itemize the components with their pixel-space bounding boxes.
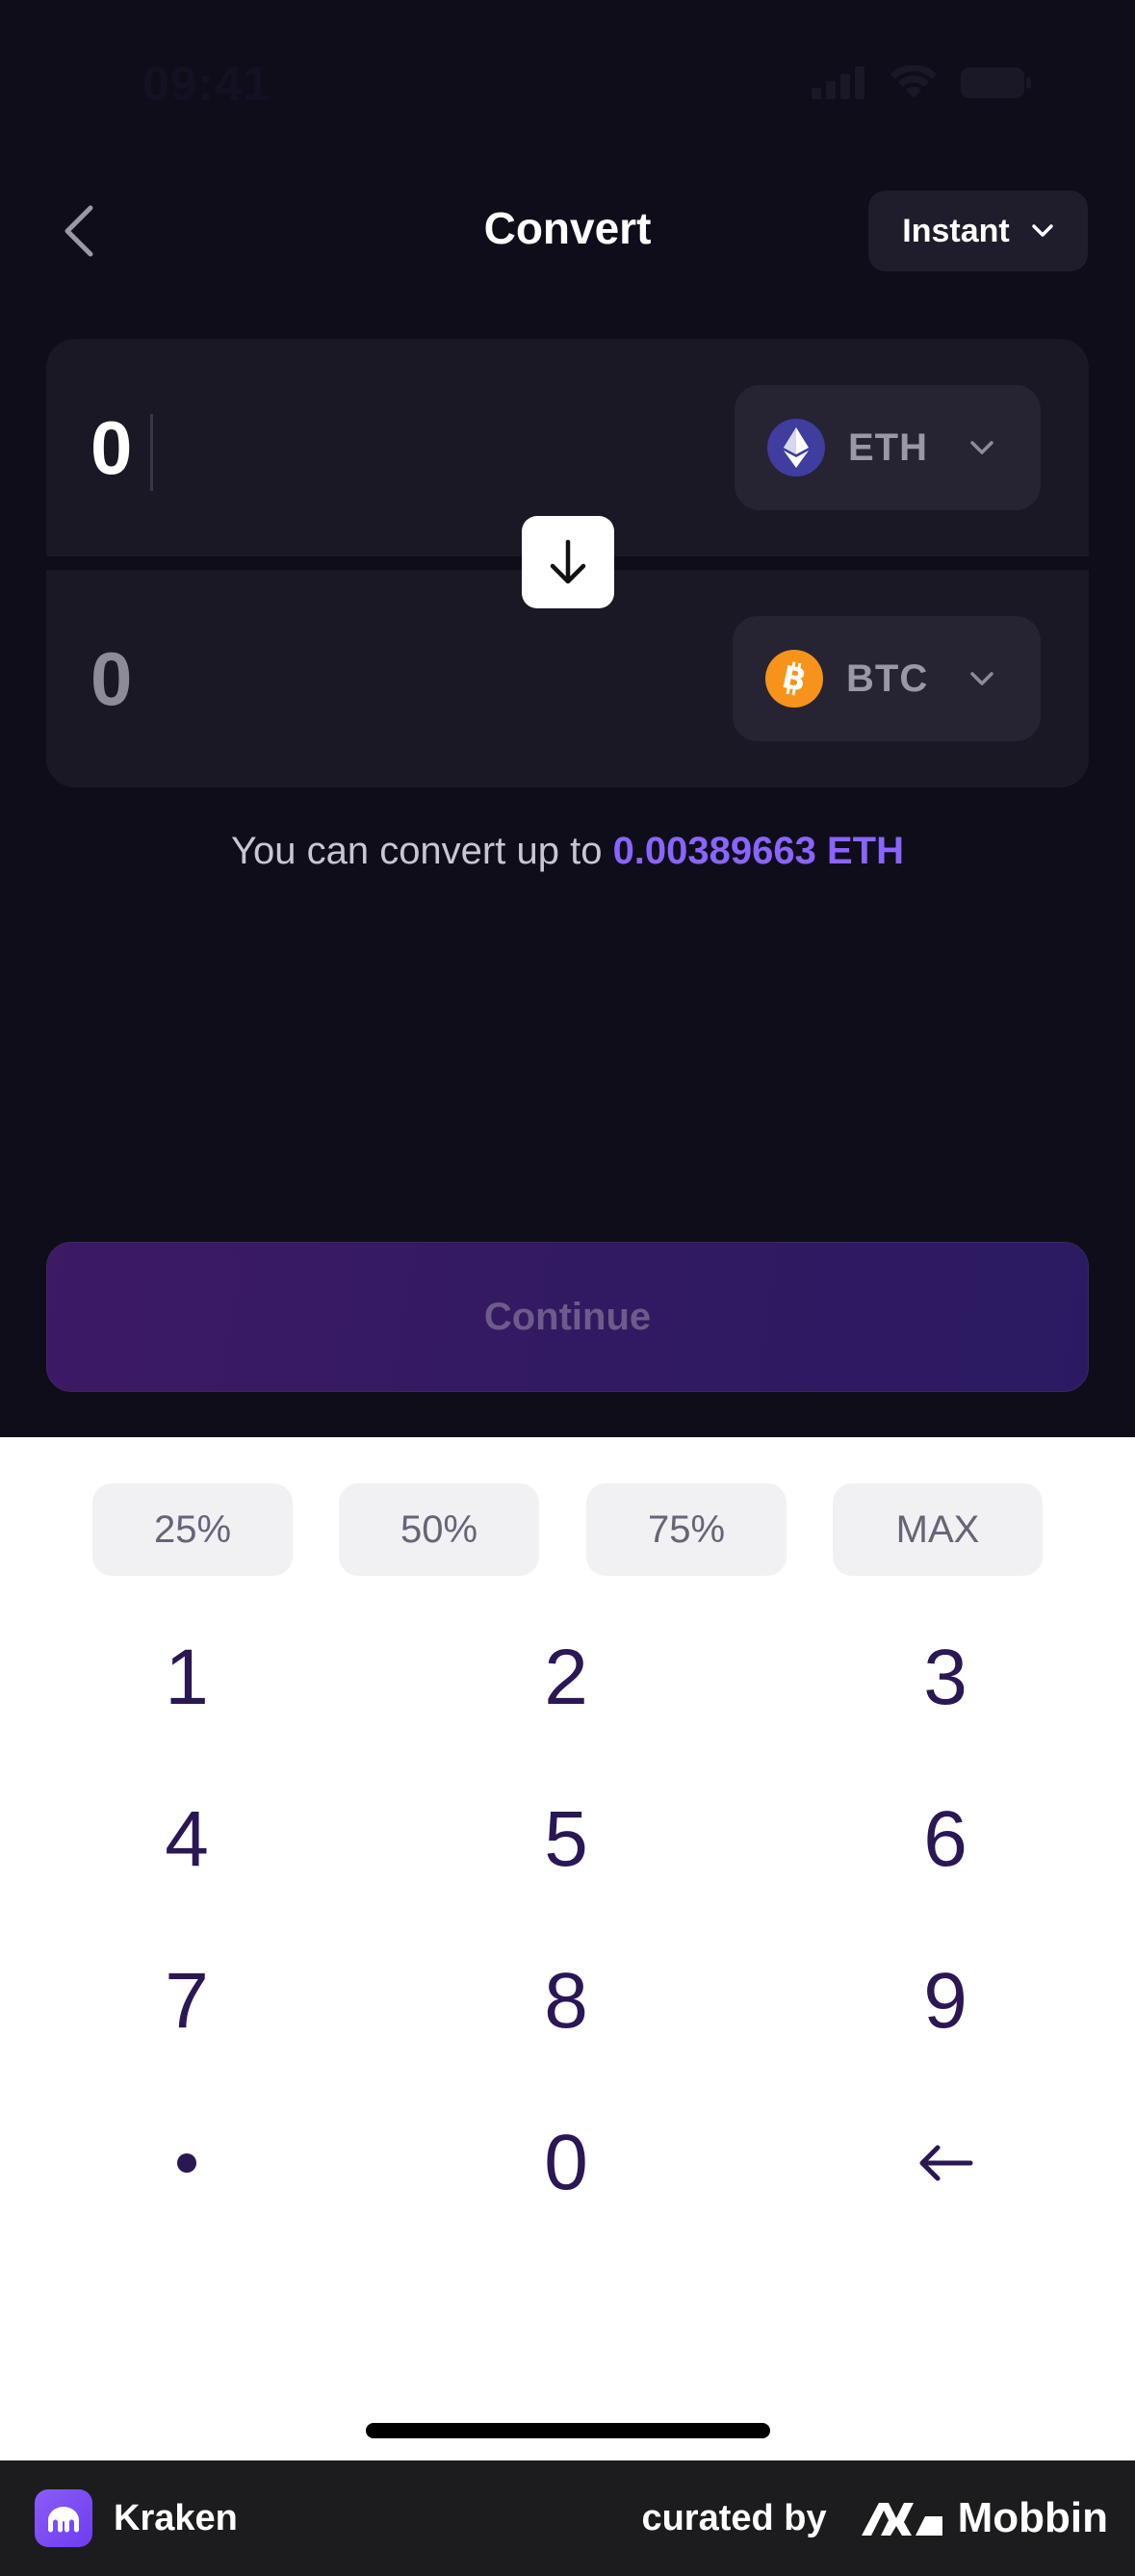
btc-icon: B	[765, 650, 823, 708]
key-7[interactable]: 7	[42, 1924, 331, 2078]
key-6[interactable]: 6	[801, 1763, 1090, 1917]
max-convertible-amount[interactable]: 0.00389663 ETH	[613, 830, 904, 872]
chevron-down-icon	[1031, 224, 1053, 237]
status-time: 09:41	[142, 57, 271, 111]
key-backspace[interactable]	[801, 2086, 1090, 2240]
percent-75-button[interactable]: 75%	[586, 1483, 787, 1576]
hint-prefix: You can convert up to	[230, 830, 613, 872]
text-cursor	[150, 414, 153, 491]
cellular-signal-icon	[812, 66, 864, 99]
home-indicator	[366, 2423, 770, 2438]
to-amount-value: 0	[90, 636, 133, 721]
app-name: Kraken	[114, 2497, 238, 2538]
attribution-footer: Kraken curated by Mobbin	[0, 2460, 1135, 2576]
arrow-down-icon	[550, 539, 586, 584]
continue-button[interactable]: Continue	[46, 1242, 1089, 1392]
decimal-point-icon	[177, 2153, 196, 2173]
status-icons	[812, 65, 1033, 100]
key-9[interactable]: 9	[801, 1924, 1090, 2078]
mobbin-brand: Mobbin	[860, 2494, 1108, 2542]
max-button[interactable]: MAX	[833, 1483, 1043, 1576]
kraken-logo-icon	[35, 2489, 92, 2547]
swap-direction-button[interactable]	[522, 516, 614, 608]
convert-limit-hint: You can convert up to 0.00389663 ETH	[0, 830, 1135, 873]
backspace-arrow-icon	[919, 2145, 973, 2181]
mode-label: Instant	[902, 212, 1010, 249]
key-4[interactable]: 4	[42, 1763, 331, 1917]
curated-by-label: curated by	[641, 2497, 827, 2538]
from-asset-symbol: ETH	[848, 425, 928, 469]
mobbin-logo-icon	[861, 2503, 942, 2536]
mobbin-wordmark: Mobbin	[957, 2494, 1108, 2541]
numeric-keypad: 25% 50% 75% MAX 1 2 3 4 5 6 7 8 9 0	[0, 1437, 1135, 2460]
battery-icon	[961, 67, 1031, 98]
wifi-icon	[890, 65, 937, 98]
convert-screen: 09:41 Convert Instant 0 ETH 0 B BTC You …	[0, 0, 1135, 1437]
eth-icon	[767, 419, 825, 477]
percent-50-button[interactable]: 50%	[339, 1483, 539, 1576]
to-asset-symbol: BTC	[846, 657, 929, 700]
from-asset-selector[interactable]: ETH	[735, 385, 1041, 510]
key-2[interactable]: 2	[422, 1601, 710, 1755]
key-0[interactable]: 0	[422, 2086, 710, 2240]
chevron-down-icon	[970, 672, 993, 685]
key-3[interactable]: 3	[801, 1601, 1090, 1755]
key-1[interactable]: 1	[42, 1601, 331, 1755]
percent-25-button[interactable]: 25%	[92, 1483, 293, 1576]
from-amount-input[interactable]: 0	[90, 404, 132, 492]
key-8[interactable]: 8	[422, 1924, 710, 2078]
mode-dropdown[interactable]: Instant	[868, 191, 1088, 271]
chevron-down-icon	[970, 441, 993, 454]
key-decimal[interactable]	[42, 2086, 331, 2240]
key-5[interactable]: 5	[422, 1763, 710, 1917]
to-asset-selector[interactable]: B BTC	[733, 616, 1041, 741]
